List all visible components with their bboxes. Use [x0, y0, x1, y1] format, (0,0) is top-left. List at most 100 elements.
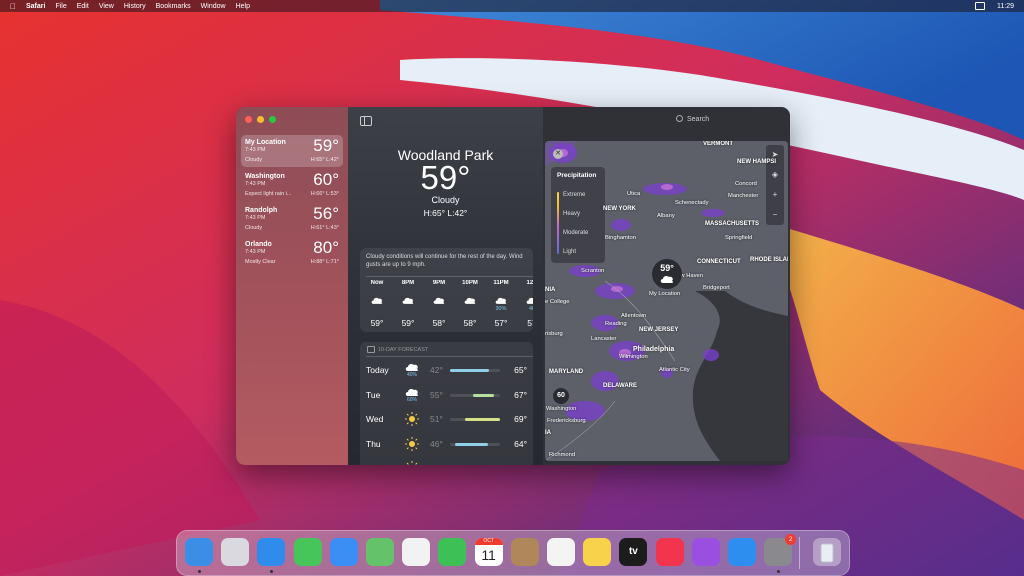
map-label: Bridgeport	[703, 285, 730, 291]
map-label: DELAWARE	[603, 383, 638, 389]
temp-range-fill	[465, 418, 500, 421]
close-button[interactable]	[245, 116, 252, 123]
menu-window[interactable]: Window	[201, 3, 226, 10]
forecast-low: 46°	[430, 438, 443, 449]
menu-bookmarks[interactable]: Bookmarks	[156, 3, 191, 10]
maps-icon[interactable]	[366, 538, 394, 566]
map-label: Concord	[735, 181, 757, 187]
menu-app-name[interactable]: Safari	[26, 3, 45, 10]
menu-help[interactable]: Help	[236, 3, 250, 10]
location-name: Orlando	[245, 241, 272, 248]
messages-icon[interactable]	[293, 538, 322, 566]
location-condition: Expect light rain i...	[245, 191, 292, 197]
zoom-button[interactable]	[269, 116, 276, 123]
notification-badge: 2	[785, 534, 797, 545]
system-preferences-icon[interactable]: 2	[764, 534, 797, 566]
search-field[interactable]: Search	[676, 115, 766, 126]
calendar-icon	[367, 346, 375, 353]
forecast-low: 42°	[430, 365, 443, 375]
hour-label: Now	[370, 280, 384, 286]
zoom-out-button[interactable]: −	[766, 205, 784, 225]
map-label: Albany	[657, 213, 675, 219]
music-icon[interactable]	[655, 538, 684, 566]
location-time: 7:43 PM	[245, 147, 266, 153]
cloud-icon	[402, 297, 414, 304]
forecast-day: Tue	[366, 389, 381, 400]
hour-label: 12A	[526, 280, 533, 286]
forecast-row: Fri 4° 69°	[366, 456, 531, 465]
location-item-randolph[interactable]: Randolph 7:43 PM 56° Cloudy H:61° L:43°	[241, 203, 343, 235]
contacts-icon[interactable]	[510, 538, 539, 566]
mail-icon[interactable]	[329, 538, 358, 566]
finder-icon[interactable]	[185, 538, 213, 566]
location-high-low: H:65° L:42°	[310, 157, 339, 163]
temp-range-fill	[472, 393, 494, 397]
map-label: Manchester	[728, 193, 759, 199]
hour-precip: 40	[528, 306, 533, 312]
location-item-orlando[interactable]: Orlando 7:43 PM 80° Mostly Clear H:88° L…	[241, 237, 343, 269]
map-label: IA	[545, 430, 551, 436]
window-controls	[245, 116, 276, 123]
location-name: Randolph	[245, 207, 278, 214]
location-item-washington[interactable]: Washington 7:43 PM 60° Expect light rain…	[241, 169, 343, 201]
location-temp: 80°	[313, 238, 339, 257]
temp-range-bar	[450, 393, 500, 397]
map-label: Richmond	[549, 452, 576, 458]
menu-history[interactable]: History	[124, 3, 146, 10]
map-label: VERMONT	[703, 141, 733, 147]
sun-icon	[405, 436, 419, 451]
my-location-label: My Location	[649, 291, 681, 297]
close-map-button[interactable]: ✕	[553, 149, 563, 159]
menu-bar:  Safari File Edit View History Bookmark…	[0, 0, 1024, 12]
temp-range-bar	[450, 418, 500, 421]
washington-pin[interactable]: 60	[553, 388, 569, 404]
map-label: Fredericksburg	[547, 418, 586, 424]
map-label: NIA	[545, 287, 556, 293]
control-center-icon[interactable]	[975, 2, 985, 10]
forecast-day: Thu	[366, 438, 381, 449]
minimize-button[interactable]	[257, 116, 264, 123]
layers-icon[interactable]: ◈	[766, 165, 784, 185]
calendar-icon[interactable]: OCT 11	[474, 538, 503, 566]
app-store-icon[interactable]	[728, 538, 756, 566]
sun-icon	[406, 461, 418, 465]
legend-heavy: Heavy	[563, 211, 581, 217]
map-label: RHODE ISLAND	[750, 257, 788, 263]
reminders-icon[interactable]	[547, 538, 575, 566]
launchpad-icon[interactable]	[221, 538, 250, 566]
menu-edit[interactable]: Edit	[77, 3, 89, 10]
zoom-in-button[interactable]: +	[766, 185, 784, 205]
map-label: Atlantic City	[659, 367, 690, 373]
sidebar-toggle-icon[interactable]	[360, 116, 372, 126]
forecast-row: Wed 51° 69°	[366, 407, 531, 431]
precipitation-map[interactable]: ✕ Precipitation Extreme Heavy Moderate L…	[545, 141, 788, 461]
location-time: 7:43 PM	[245, 181, 266, 187]
map-label: NEW JERSEY	[639, 327, 679, 333]
hourly-strip[interactable]: Now 59° 8PM 59° 9PM 58° 10PM 58° 11PM 30% 57° 12A 40…	[360, 280, 533, 332]
photos-icon[interactable]	[402, 538, 431, 566]
trash-icon[interactable]	[813, 538, 841, 566]
podcasts-icon[interactable]	[691, 538, 720, 566]
temp-range-bar	[450, 442, 500, 446]
location-condition: Mostly Clear	[245, 259, 276, 265]
menu-file[interactable]: File	[55, 3, 66, 10]
my-location-pin[interactable]: 59°	[652, 259, 682, 289]
notes-icon[interactable]	[583, 538, 612, 566]
facetime-icon[interactable]	[438, 538, 467, 566]
map-label: Binghamton	[605, 235, 636, 241]
legend-moderate: Moderate	[563, 230, 589, 236]
menu-view[interactable]: View	[99, 3, 114, 10]
safari-icon[interactable]	[257, 538, 286, 566]
hour-item: Now 59°	[362, 280, 392, 328]
hour-label: 8PM	[401, 280, 415, 286]
location-item-my-location[interactable]: My Location 7:43 PM 59° Cloudy H:65° L:4…	[241, 135, 343, 167]
tv-icon[interactable]: tv	[619, 538, 648, 566]
menu-clock[interactable]: 11:29	[997, 3, 1014, 10]
hourly-forecast-card: Cloudy conditions will continue for the …	[360, 248, 533, 332]
cloud-icon	[660, 275, 674, 283]
forecast-high: 69°	[514, 414, 527, 424]
apple-menu-icon[interactable]: 	[10, 2, 16, 11]
map-pane: Search ✕ Precipitation Extreme Heavy Mod…	[543, 107, 790, 465]
temp-range-bar	[450, 369, 500, 372]
forecast-low: 55°	[430, 389, 443, 400]
